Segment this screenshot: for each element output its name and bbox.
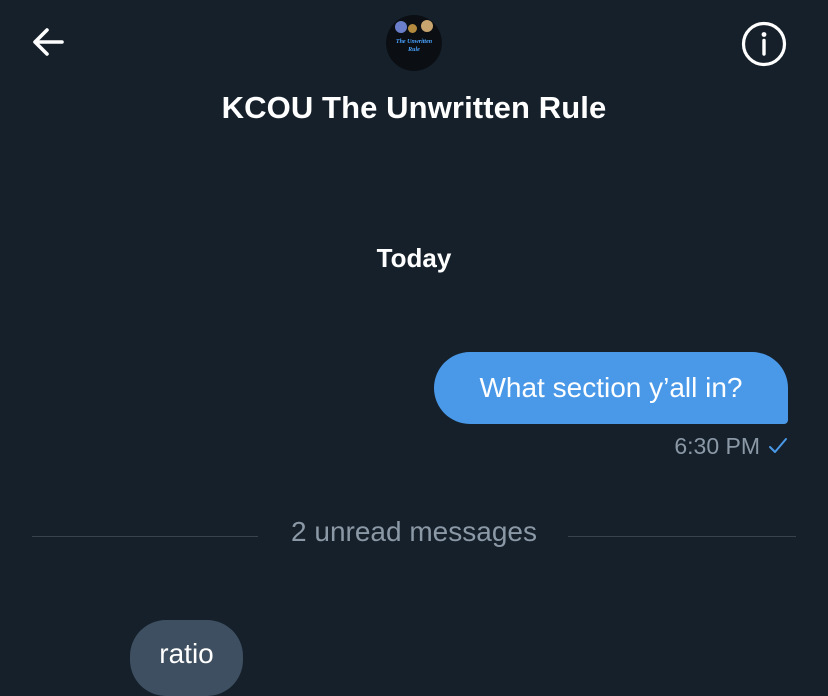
conversation-info-button[interactable] [738, 18, 790, 70]
conversation-title: KCOU The Unwritten Rule [221, 90, 607, 125]
avatar-fine-print [394, 58, 434, 63]
day-separator: Today [376, 243, 452, 273]
avatar-face-left [395, 21, 407, 33]
checkmark-icon [769, 438, 787, 453]
unread-messages-label: 2 unread messages [291, 516, 537, 547]
outgoing-message-bubble[interactable]: What section y’all in? [434, 352, 788, 424]
message-meta: 6:30 PM [600, 430, 788, 462]
info-circle-icon [741, 21, 787, 67]
message-timestamp: 6:30 PM [674, 432, 760, 459]
avatar-title-line2: Rule [408, 47, 420, 53]
unread-divider-line-left [32, 536, 258, 537]
arrow-left-icon [33, 28, 64, 56]
incoming-message-text: ratio [159, 638, 214, 669]
incoming-message-bubble[interactable]: ratio [130, 620, 243, 696]
avatar-face-right [421, 20, 433, 32]
avatar-title-line1: The Unwritten [395, 39, 433, 45]
outgoing-message-text: What section y’all in? [479, 372, 743, 403]
back-button[interactable] [22, 20, 74, 64]
conversation-avatar[interactable]: The Unwritten Rule [386, 15, 442, 71]
avatar-face-center [408, 24, 417, 33]
unread-divider-line-right [568, 536, 796, 537]
